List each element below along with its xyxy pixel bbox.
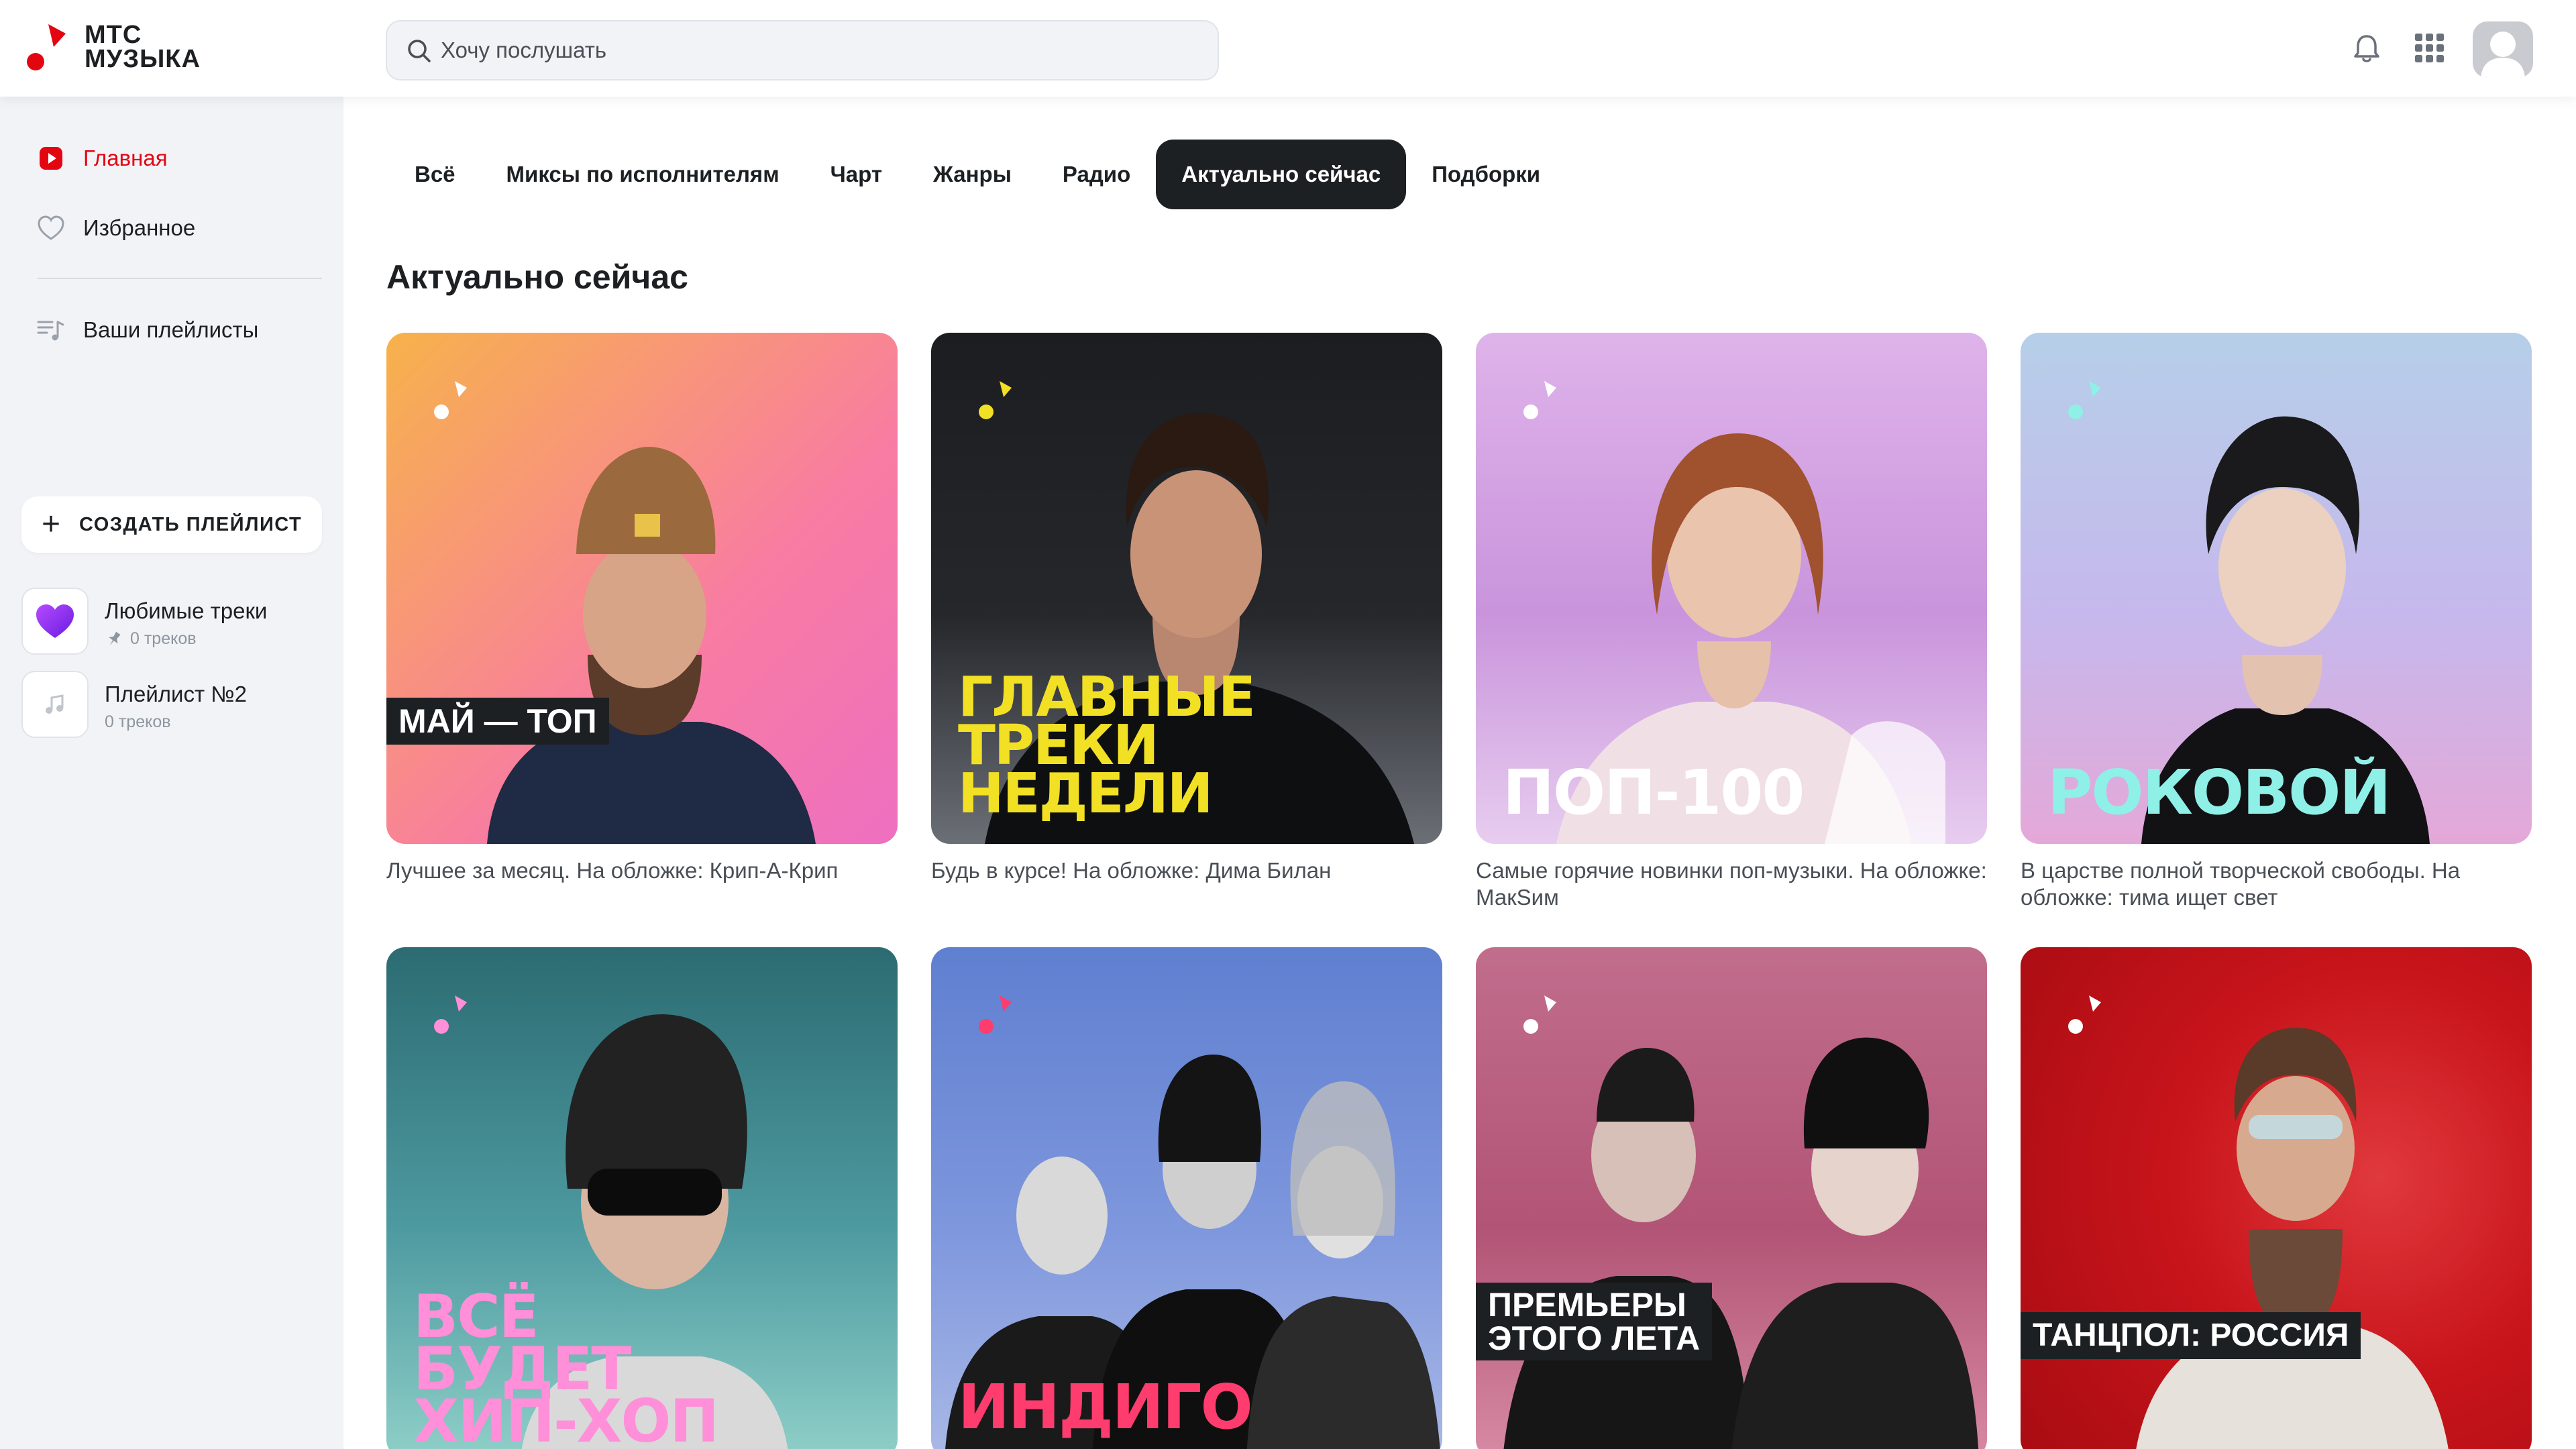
avatar[interactable] — [2473, 21, 2533, 78]
sidebar-divider — [38, 278, 322, 279]
cover-title: ВСЁ БУДЕТ ХИП-ХОП — [413, 1282, 719, 1449]
playlist-title: Любимые треки — [105, 598, 268, 623]
tab-all[interactable]: Всё — [389, 140, 481, 209]
playlist-subtitle: 0 треков — [105, 629, 197, 649]
logo-icon — [27, 24, 66, 70]
mts-music-logo[interactable]: МТС МУЗЫКА — [24, 21, 225, 78]
playlist-cover[interactable]: ТАНЦПОЛ: РОССИЯ — [2021, 947, 2532, 1449]
tab-radio[interactable]: Радио — [1037, 140, 1156, 209]
playlist-cover[interactable]: ВСЁ БУДЕТ ХИП-ХОП — [386, 947, 898, 1449]
artist-photo — [487, 447, 816, 844]
card-description: Будь в курсе! На обложке: Дима Билан — [931, 858, 1332, 883]
playlist-cover — [21, 588, 89, 655]
tab-trending-now[interactable]: Актуально сейчас — [1156, 140, 1407, 209]
playlist-subtitle: 0 треков — [105, 712, 171, 732]
playlist-icon — [37, 321, 64, 341]
playlist-track-count: 0 треков — [130, 629, 197, 648]
music-note-icon — [46, 694, 64, 714]
cover-title: ТАНЦПОЛ: РОССИЯ — [2021, 1312, 2361, 1359]
search-input[interactable] — [441, 21, 1179, 79]
playlist-cover[interactable]: ПРЕМЬЕРЫ ЭТОГО ЛЕТА — [1476, 947, 1987, 1449]
sidebar-item-label: Ваши плейлисты — [83, 317, 259, 342]
artist-photo — [2136, 1028, 2449, 1449]
sidebar-item-label: Избранное — [83, 215, 196, 240]
sidebar-item-home[interactable]: Главная — [19, 131, 325, 185]
cover-title: ГЛАВНЫЕ ТРЕКИ НЕДЕЛИ — [958, 665, 1256, 826]
pin-icon — [109, 631, 121, 645]
sidebar: Главная Избранное Ваши плейлисты + СОЗДА… — [0, 97, 343, 1449]
playlist-card-top-tracks[interactable]: ГЛАВНЫЕ ТРЕКИ НЕДЕЛИ Будь в курсе! На об… — [931, 333, 1442, 884]
playlist-cover — [21, 671, 89, 738]
playlist-cover[interactable]: МАЙ — ТОП — [386, 333, 898, 844]
search-box[interactable] — [386, 20, 1219, 80]
cover-title: РОКОВОЙ — [2047, 757, 2391, 828]
tab-chart[interactable]: Чарт — [805, 140, 908, 209]
playlist-item-favorites[interactable]: Любимые треки 0 треков — [21, 588, 322, 657]
apps-grid-icon[interactable] — [2414, 32, 2446, 64]
tab-artist-mixes[interactable]: Миксы по исполнителям — [481, 140, 805, 209]
bell-icon[interactable] — [2349, 31, 2384, 66]
user-icon — [2481, 32, 2525, 78]
cover-title: ПРЕМЬЕРЫ ЭТОГО ЛЕТА — [1476, 1283, 1713, 1360]
card-description: В царстве полной творческой свободы. На … — [2021, 858, 2461, 910]
logo-text: МТС МУЗЫКА — [85, 21, 201, 73]
artist-photos — [1503, 1037, 1979, 1449]
card-description: Лучшее за месяц. На обложке: Крип-А-Крип — [386, 858, 839, 883]
playlist-cover[interactable]: ГЛАВНЫЕ ТРЕКИ НЕДЕЛИ — [931, 333, 1442, 844]
playlist-card-pop-100[interactable]: ПОП-100 Самые горячие новинки поп-музыки… — [1476, 333, 1987, 911]
cover-title: МАЙ — ТОП — [386, 698, 609, 745]
playlist-card-hip-hop[interactable]: ВСЁ БУДЕТ ХИП-ХОП — [386, 947, 898, 1449]
card-description: Самые горячие новинки поп-музыки. На обл… — [1476, 858, 1987, 910]
playlist-cover[interactable]: ИНДИГО — [931, 947, 1442, 1449]
tab-collections[interactable]: Подборки — [1406, 140, 1566, 209]
top-header: МТС МУЗЫКА — [0, 0, 2576, 97]
playlist-track-count: 0 треков — [105, 712, 171, 731]
playlist-card-rokovoy[interactable]: РОКОВОЙ В царстве полной творческой своб… — [2021, 333, 2532, 911]
plus-icon: + — [42, 506, 61, 542]
cover-title: ИНДИГО — [958, 1371, 1253, 1443]
create-playlist-label: СОЗДАТЬ ПЛЕЙЛИСТ — [79, 513, 303, 535]
tab-genres[interactable]: Жанры — [908, 140, 1037, 209]
search-icon — [408, 40, 431, 62]
heart-icon — [38, 215, 64, 240]
playlist-title: Плейлист №2 — [105, 682, 247, 706]
playlist-card-indigo[interactable]: ИНДИГО — [931, 947, 1442, 1449]
cover-title: ПОП-100 — [1503, 757, 1805, 828]
sidebar-item-favorites[interactable]: Избранное — [19, 201, 325, 255]
playlist-cover[interactable]: РОКОВОЙ — [2021, 333, 2532, 844]
section-title: Актуально сейчас — [386, 258, 688, 296]
heart-icon — [36, 604, 74, 638]
play-icon — [40, 147, 62, 170]
playlist-card-summer-premieres[interactable]: ПРЕМЬЕРЫ ЭТОГО ЛЕТА — [1476, 947, 1987, 1449]
playlist-card-dancefloor-russia[interactable]: ТАНЦПОЛ: РОССИЯ — [2021, 947, 2532, 1449]
sidebar-item-label: Главная — [83, 146, 168, 170]
sidebar-item-playlists[interactable]: Ваши плейлисты — [19, 303, 325, 357]
category-tabs: Всё Миксы по исполнителям Чарт Жанры Рад… — [389, 140, 1566, 209]
playlist-card-may-top[interactable]: МАЙ — ТОП Лучшее за месяц. На обложке: К… — [386, 333, 898, 884]
playlist-cover[interactable]: ПОП-100 — [1476, 333, 1987, 844]
playlist-item-2[interactable]: Плейлист №2 0 треков — [21, 671, 322, 741]
create-playlist-button[interactable]: + СОЗДАТЬ ПЛЕЙЛИСТ — [21, 496, 322, 553]
